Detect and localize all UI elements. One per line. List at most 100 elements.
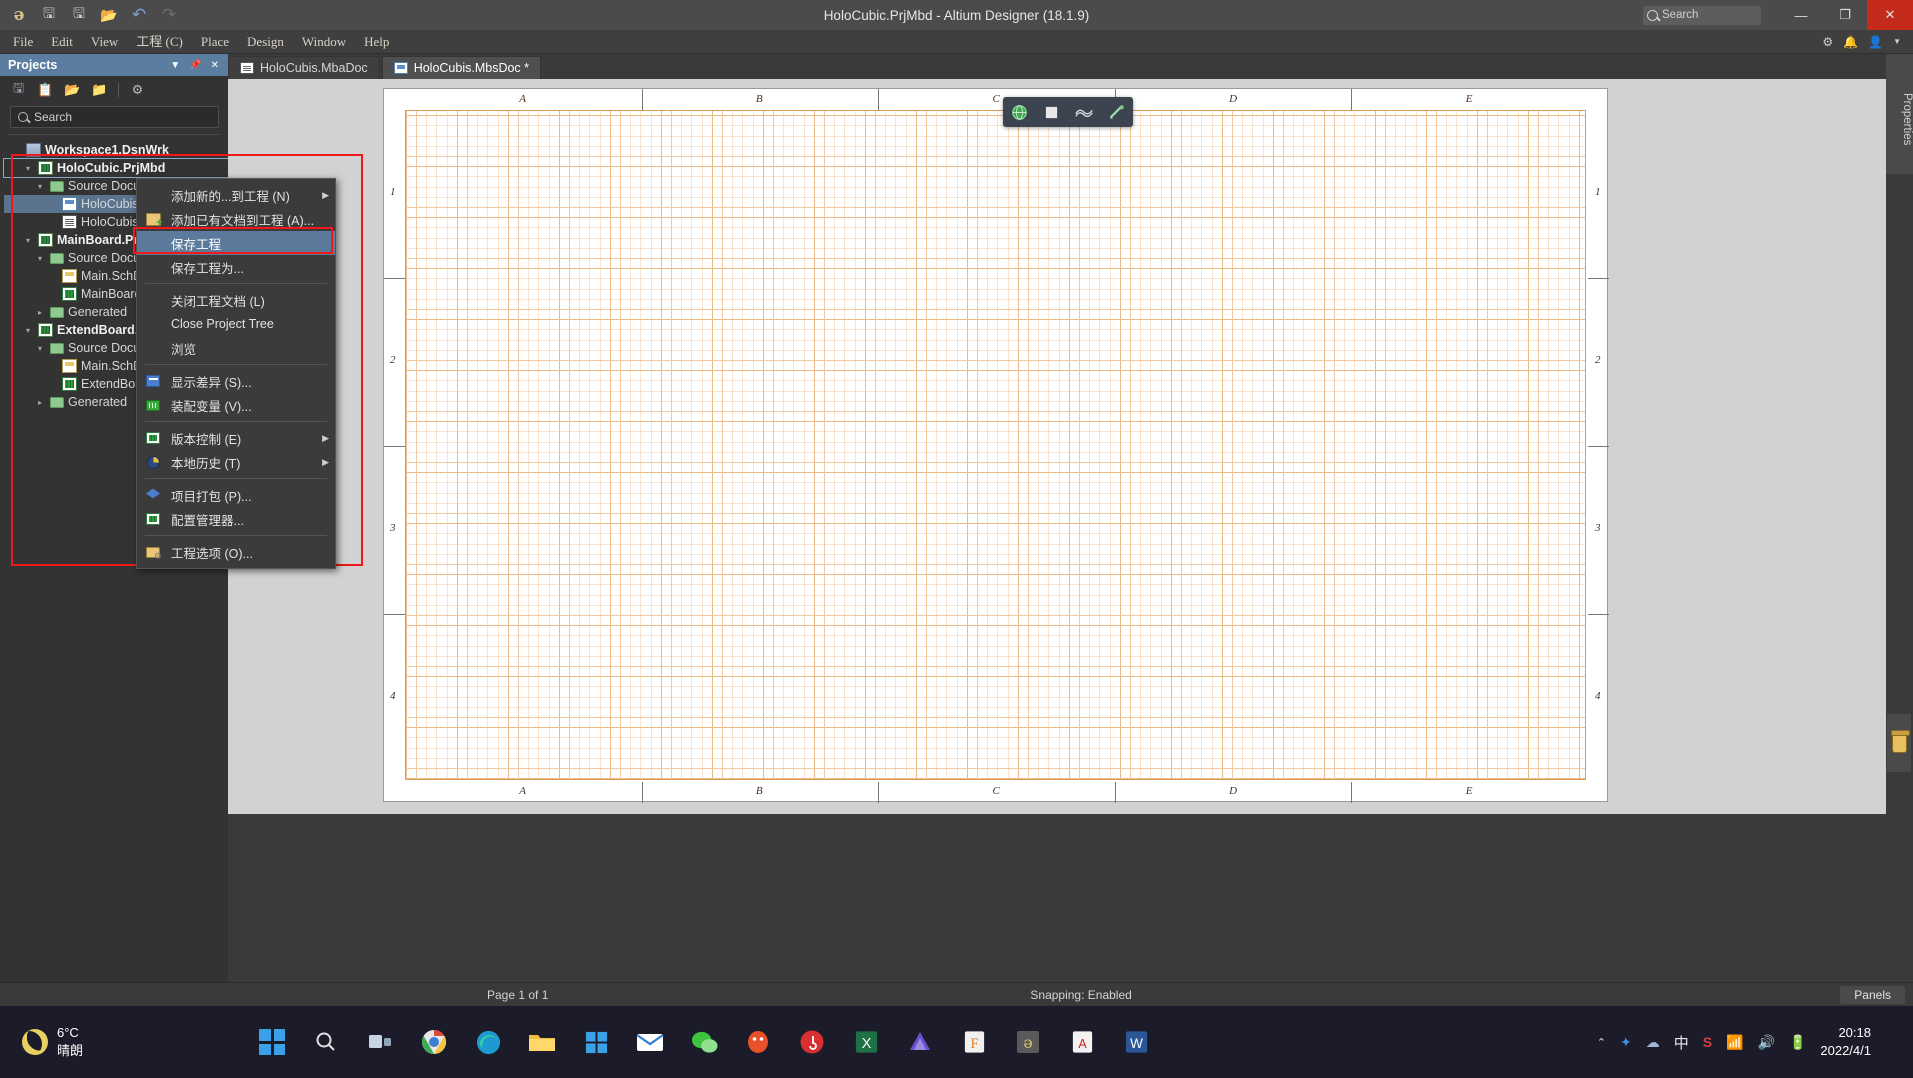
save-icon[interactable]: 🖫	[36, 3, 62, 27]
chrome-icon[interactable]	[412, 1020, 456, 1064]
chevron-down-icon[interactable]	[22, 164, 34, 173]
compile-icon[interactable]: 📋	[37, 82, 54, 99]
menu-help[interactable]: Help	[355, 30, 398, 54]
taskbar-clock[interactable]: 20:18 2022/4/1	[1820, 1024, 1877, 1059]
gear-icon[interactable]: ⚙	[129, 82, 146, 99]
undo-icon[interactable]: ↶	[126, 3, 152, 27]
chevron-right-icon[interactable]	[34, 308, 46, 317]
chevron-right-icon[interactable]	[34, 398, 46, 407]
wave-icon[interactable]	[1071, 101, 1097, 123]
open-folder-icon[interactable]: 📂	[96, 3, 122, 27]
menu-project[interactable]: 工程 (C)	[127, 30, 192, 54]
menu-place[interactable]: Place	[192, 30, 238, 54]
store-icon[interactable]	[574, 1020, 618, 1064]
context-menu-item[interactable]: 保存工程为...	[137, 255, 335, 279]
square-icon[interactable]	[1039, 101, 1065, 123]
context-menu-item[interactable]: 添加已有文档到工程 (A)...	[137, 207, 335, 231]
context-menu-item[interactable]: 工程选项 (O)...	[137, 540, 335, 564]
design-sheet[interactable]: AABBCCDDEE11223344	[383, 88, 1608, 802]
context-menu-item[interactable]: 添加新的...到工程 (N)▶	[137, 183, 335, 207]
chevron-down-icon[interactable]	[34, 344, 46, 353]
menu-window[interactable]: Window	[293, 30, 355, 54]
tab-holocubis-mbsdoc[interactable]: HoloCubis.MbsDoc *	[382, 56, 541, 79]
battery-icon[interactable]: 🔋	[1789, 1034, 1806, 1051]
ruler-icon[interactable]	[1104, 101, 1130, 123]
chevron-down-icon[interactable]	[34, 254, 46, 263]
dropbox-icon[interactable]: ✦	[1620, 1034, 1632, 1051]
tab-holocubis-mbadoc[interactable]: HoloCubis.MbaDoc	[228, 56, 380, 79]
file-explorer-icon[interactable]	[520, 1020, 564, 1064]
search-icon[interactable]	[304, 1020, 348, 1064]
tree-item[interactable]: Workspace1.DsnWrk	[4, 141, 228, 159]
edge-icon[interactable]	[466, 1020, 510, 1064]
mail-icon[interactable]	[628, 1020, 672, 1064]
close-button[interactable]: ✕	[1867, 0, 1913, 30]
project-options-icon[interactable]: 📁	[91, 82, 108, 99]
cloud-icon[interactable]: ☁	[1646, 1034, 1660, 1051]
qq-icon[interactable]	[736, 1020, 780, 1064]
foxit-icon[interactable]: F	[952, 1020, 996, 1064]
open-project-icon[interactable]: 📂	[64, 82, 81, 99]
project-icon	[38, 233, 53, 247]
svg-text:A: A	[1078, 1037, 1087, 1051]
sogou-icon[interactable]: S	[1703, 1034, 1712, 1050]
user-icon[interactable]: 👤	[1868, 35, 1883, 49]
context-menu-item[interactable]: 本地历史 (T)▶	[137, 450, 335, 474]
windows-start-icon[interactable]	[250, 1020, 294, 1064]
ime-chinese-icon[interactable]: 中	[1674, 1032, 1689, 1053]
chevron-up-icon[interactable]: ⌃	[1597, 1036, 1606, 1049]
task-view-icon[interactable]	[358, 1020, 402, 1064]
menu-file[interactable]: File	[4, 30, 42, 54]
onenote-icon[interactable]	[898, 1020, 942, 1064]
context-menu-item[interactable]: 关闭工程文档 (L)	[137, 288, 335, 312]
close-icon[interactable]: ✕	[211, 60, 219, 71]
chevron-down-icon[interactable]	[22, 326, 34, 335]
menu-edit[interactable]: Edit	[42, 30, 82, 54]
projects-search-input[interactable]: Search	[10, 106, 219, 128]
music-glyph	[799, 1029, 825, 1055]
context-menu-item[interactable]: 装配变量 (V)...	[137, 393, 335, 417]
save-icon[interactable]: 🖫	[10, 82, 27, 99]
acrobat-icon[interactable]: A	[1060, 1020, 1104, 1064]
altium-icon[interactable]: ə	[1006, 1020, 1050, 1064]
acrobat-glyph: A	[1070, 1029, 1095, 1055]
chevron-down-icon[interactable]: ▼	[170, 60, 180, 71]
chevron-down-icon[interactable]	[22, 236, 34, 245]
context-menu-item[interactable]: 项目打包 (P)...	[137, 483, 335, 507]
global-search-input[interactable]: Search	[1643, 6, 1761, 25]
pin-icon[interactable]: 📌	[189, 60, 201, 71]
canvas-floating-toolbar[interactable]	[1003, 97, 1133, 127]
properties-panel-tab[interactable]: Properties	[1886, 54, 1913, 174]
components-jar-icon[interactable]	[1887, 714, 1911, 772]
bell-icon[interactable]: 🔔	[1843, 35, 1858, 49]
notification-center-icon[interactable]	[1891, 1023, 1901, 1061]
gear-icon[interactable]: ⚙	[1822, 35, 1833, 49]
taskbar-weather-widget[interactable]: 6°C 晴朗	[0, 1024, 250, 1059]
chevron-down-icon[interactable]	[34, 182, 46, 191]
word-icon[interactable]: W	[1114, 1020, 1158, 1064]
context-menu-item[interactable]: 浏览	[137, 336, 335, 360]
right-side-bar: Properties	[1886, 54, 1913, 1006]
menu-design[interactable]: Design	[238, 30, 293, 54]
context-menu-item[interactable]: 版本控制 (E)▶	[137, 426, 335, 450]
context-menu-item[interactable]: 配置管理器...	[137, 507, 335, 531]
sheet-grid[interactable]	[405, 110, 1586, 780]
canvas-area[interactable]: AABBCCDDEE11223344	[228, 79, 1886, 814]
context-menu-item[interactable]: 显示差异 (S)...	[137, 369, 335, 393]
globe-3d-icon[interactable]	[1006, 101, 1032, 123]
excel-icon[interactable]: X	[844, 1020, 888, 1064]
menu-view[interactable]: View	[82, 30, 127, 54]
context-menu-item[interactable]: 保存工程	[137, 231, 335, 255]
minimize-button[interactable]: —	[1779, 0, 1823, 30]
save-all-icon[interactable]: 🖫	[66, 3, 92, 27]
chevron-down-icon[interactable]: ▼	[1893, 37, 1901, 46]
maximize-button[interactable]: ❐	[1823, 0, 1867, 30]
wifi-icon[interactable]: 📶	[1726, 1034, 1743, 1051]
wechat-icon[interactable]	[682, 1020, 726, 1064]
netease-music-icon[interactable]	[790, 1020, 834, 1064]
context-menu-item[interactable]: Close Project Tree	[137, 312, 335, 336]
volume-icon[interactable]: 🔊	[1758, 1034, 1775, 1051]
tree-item[interactable]: HoloCubic.PrjMbd	[4, 159, 228, 177]
panels-button[interactable]: Panels	[1840, 986, 1905, 1004]
assembly-variants-icon	[146, 400, 160, 411]
